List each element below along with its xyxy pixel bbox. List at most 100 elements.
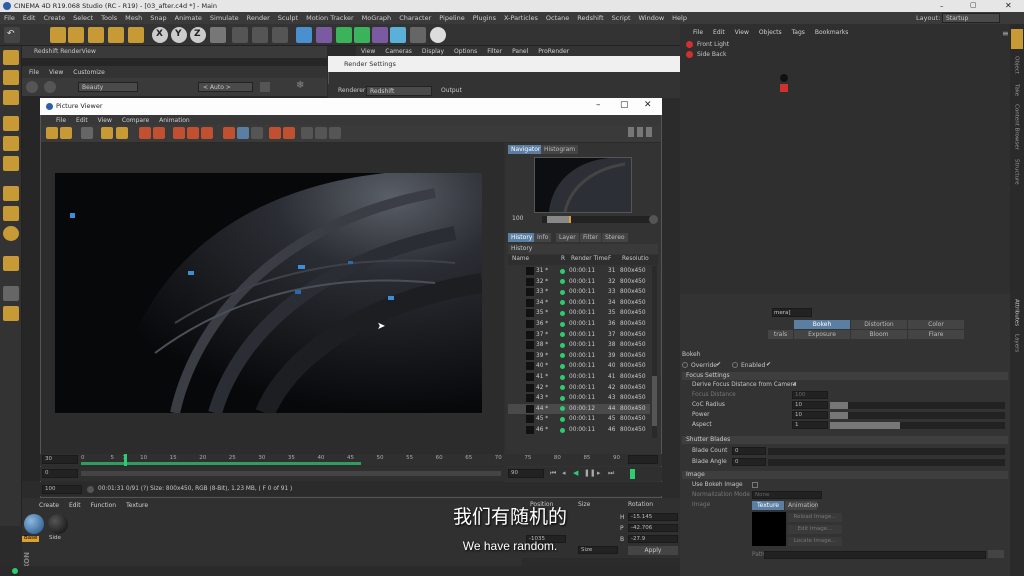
frame-range-icon[interactable] xyxy=(315,127,327,139)
stop-render-icon[interactable] xyxy=(139,127,151,139)
power-slider[interactable] xyxy=(830,412,1005,419)
make-editable-icon[interactable] xyxy=(3,50,19,65)
enabled-check[interactable]: ✔ xyxy=(766,362,771,368)
navigator-zoom-handle[interactable] xyxy=(547,216,571,223)
main-menu-item[interactable]: Create xyxy=(39,12,69,24)
stop-all-icon[interactable] xyxy=(153,127,165,139)
points-mode-icon[interactable] xyxy=(3,116,19,131)
history-row[interactable]: 38 * 00:00:11 38 800x450 xyxy=(508,340,650,351)
aspect-field[interactable]: 1 xyxy=(792,421,828,429)
edit-image-button[interactable]: Edit Image... xyxy=(788,525,842,534)
recent-tool-icon[interactable] xyxy=(128,27,144,43)
tab-info[interactable]: Info xyxy=(534,233,552,242)
main-menu-item[interactable]: Simulate xyxy=(206,12,243,24)
main-menu-item[interactable]: Animate xyxy=(171,12,206,24)
tab-bloom[interactable]: Bloom xyxy=(851,330,907,339)
pause-icon[interactable]: ❚❚ xyxy=(584,470,596,477)
main-menu-item[interactable]: Edit xyxy=(19,12,40,24)
main-menu-item[interactable]: X-Particles xyxy=(500,12,542,24)
use-bokeh-image-checkbox[interactable] xyxy=(752,482,758,488)
magnet-icon[interactable] xyxy=(3,256,19,271)
tab-histogram[interactable]: Histogram xyxy=(541,145,579,154)
auto-dropdown[interactable]: < Auto > xyxy=(198,82,253,92)
render-icon[interactable] xyxy=(81,127,93,139)
main-menu-item[interactable]: Sculpt xyxy=(274,12,302,24)
step-forward-icon[interactable]: ▸ xyxy=(597,470,601,477)
pv-maximize-button[interactable]: ▢ xyxy=(620,101,629,110)
material-name[interactable]: Side xyxy=(49,535,61,542)
history-row[interactable]: 40 * 00:00:11 40 800x450 xyxy=(508,361,650,372)
layers-tab-label[interactable]: Layers xyxy=(1013,334,1020,352)
main-menu-item[interactable]: Pipeline xyxy=(435,12,468,24)
tag-icon[interactable] xyxy=(780,84,788,92)
play-backward-button[interactable]: ◀ xyxy=(573,470,578,477)
viewport-menu-item[interactable]: Options xyxy=(449,48,482,56)
locate-image-button[interactable]: Locate Image... xyxy=(788,537,842,546)
main-menu-item[interactable]: Window xyxy=(635,12,669,24)
history-row[interactable]: 46 * 00:00:11 46 800x450 xyxy=(508,425,650,436)
loop-indicator[interactable] xyxy=(630,469,635,479)
frame-slider[interactable] xyxy=(81,471,501,476)
material-menu-item[interactable]: Create xyxy=(34,502,64,510)
history-row[interactable]: 33 * 00:00:11 33 800x450 xyxy=(508,287,650,298)
object-manager-menu-item[interactable]: Objects xyxy=(754,29,787,37)
blade-angle-field[interactable]: 0 xyxy=(732,458,766,466)
blade-count-slider[interactable] xyxy=(768,448,1005,455)
main-menu-item[interactable]: Character xyxy=(395,12,435,24)
override-check[interactable]: ✔ xyxy=(716,362,721,368)
zoom-reset-icon[interactable] xyxy=(649,215,658,224)
tab-history[interactable]: History xyxy=(508,233,536,242)
tab-distortion[interactable]: Distortion xyxy=(851,320,907,329)
go-end-icon[interactable]: ⏭ xyxy=(608,470,614,477)
history-row[interactable]: 31 * 00:00:11 31 800x450 xyxy=(508,266,650,277)
navigator-zoom-slider[interactable] xyxy=(542,216,652,223)
picture-viewer-menu-item[interactable]: File xyxy=(51,117,71,125)
render-view-menu-item[interactable]: View xyxy=(44,69,68,77)
history-row[interactable]: 36 * 00:00:11 36 800x450 xyxy=(508,319,650,330)
minimize-button[interactable]: – xyxy=(940,3,944,10)
maximize-button[interactable]: ▢ xyxy=(970,2,977,9)
history-scroll-thumb[interactable] xyxy=(652,376,657,426)
main-menu-item[interactable]: Redshift xyxy=(573,12,607,24)
viewport-menu-item[interactable]: ProRender xyxy=(533,48,574,56)
tab-navigator[interactable]: Navigator xyxy=(508,145,544,154)
tab-color-management[interactable]: Color Management xyxy=(908,320,964,337)
picture-viewer-menu-item[interactable]: View xyxy=(93,117,117,125)
soft-selection-icon[interactable] xyxy=(3,206,19,221)
col-render-time[interactable]: Render Time xyxy=(571,256,608,263)
object-manager-menu-item[interactable]: Edit xyxy=(708,29,730,37)
layout-full-icon[interactable] xyxy=(646,127,652,137)
col-r[interactable]: R xyxy=(561,256,565,263)
save-icon[interactable] xyxy=(60,127,72,139)
tab-bokeh[interactable]: Bokeh xyxy=(794,320,850,329)
main-menu-item[interactable]: Tools xyxy=(97,12,121,24)
blade-count-field[interactable]: 0 xyxy=(732,447,766,455)
rendered-image[interactable] xyxy=(55,173,482,413)
cloner-icon[interactable] xyxy=(354,27,370,43)
main-menu-item[interactable]: Script xyxy=(608,12,635,24)
col-resolution[interactable]: Resolutio xyxy=(622,256,649,263)
swap-ab-icon[interactable] xyxy=(187,127,199,139)
timeline-start-field[interactable]: 30 xyxy=(42,455,78,464)
material-swatch-base[interactable] xyxy=(24,514,44,534)
main-menu-item[interactable]: Snap xyxy=(146,12,170,24)
go-start-icon[interactable]: ⏮ xyxy=(550,470,556,477)
play-forward-icon[interactable] xyxy=(283,127,295,139)
pv-minimize-button[interactable]: – xyxy=(596,101,601,110)
sculpt-icon[interactable] xyxy=(3,226,19,241)
render-settings-icon[interactable] xyxy=(272,27,288,43)
history-row[interactable]: 41 * 00:00:11 41 800x450 xyxy=(508,372,650,383)
a-b-icon[interactable] xyxy=(223,127,235,139)
object-row[interactable]: Side Back xyxy=(684,51,774,59)
history-scrollbar[interactable] xyxy=(652,266,657,438)
texture-mode-icon[interactable] xyxy=(3,70,19,85)
path-field[interactable] xyxy=(764,551,986,559)
subdivision-icon[interactable] xyxy=(336,27,352,43)
history-row[interactable]: 37 * 00:00:11 37 800x450 xyxy=(508,330,650,341)
material-menu-item[interactable]: Edit xyxy=(64,502,86,510)
history-row[interactable]: 44 * 00:00:12 44 800x450 xyxy=(508,403,650,415)
col-name[interactable]: Name xyxy=(512,256,529,263)
panel-menu-icon[interactable]: ≡ xyxy=(1002,30,1009,38)
split-icon[interactable] xyxy=(237,127,249,139)
viewport-menu-item[interactable]: Panel xyxy=(507,48,533,56)
